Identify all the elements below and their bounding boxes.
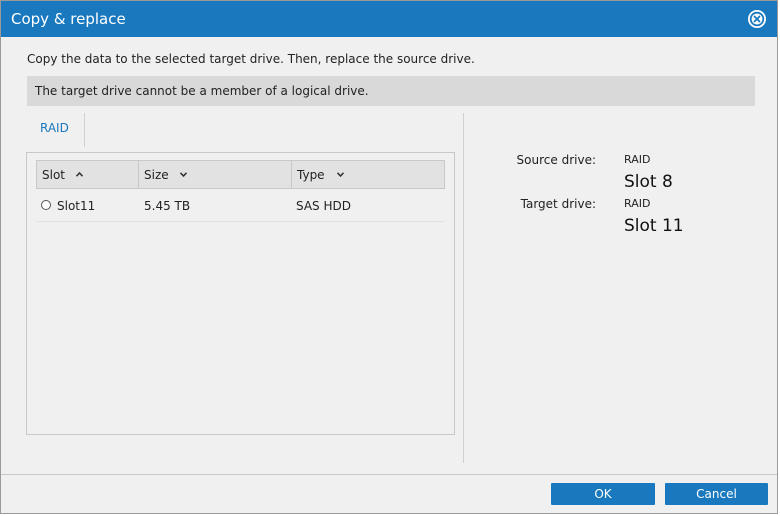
row-type: SAS HDD bbox=[296, 199, 351, 213]
chevron-up-icon bbox=[75, 171, 84, 177]
intro-text: Copy the data to the selected target dri… bbox=[27, 52, 475, 66]
column-header-slot[interactable]: Slot bbox=[37, 161, 138, 188]
target-drive-label: Target drive: bbox=[520, 197, 596, 211]
radio-unchecked-icon[interactable] bbox=[41, 200, 51, 210]
close-icon bbox=[749, 11, 765, 27]
vertical-divider bbox=[463, 113, 464, 463]
warning-banner: The target drive cannot be a member of a… bbox=[27, 76, 755, 106]
ok-button[interactable]: OK bbox=[551, 483, 655, 505]
chevron-down-icon bbox=[179, 172, 188, 178]
column-header-size-label: Size bbox=[144, 168, 169, 182]
copy-replace-dialog: Copy & replace Copy the data to the sele… bbox=[0, 0, 778, 514]
column-header-slot-label: Slot bbox=[42, 168, 65, 182]
close-button[interactable] bbox=[748, 10, 766, 28]
column-header-size[interactable]: Size bbox=[138, 161, 292, 188]
table-header: Slot Size Type bbox=[36, 160, 445, 189]
column-header-type[interactable]: Type bbox=[291, 161, 445, 188]
source-drive-label: Source drive: bbox=[516, 153, 596, 167]
chevron-down-icon bbox=[336, 172, 345, 178]
cancel-button[interactable]: Cancel bbox=[665, 483, 768, 505]
column-header-type-label: Type bbox=[297, 168, 325, 182]
row-slot: Slot11 bbox=[57, 199, 96, 213]
source-drive-slot: Slot 8 bbox=[624, 172, 673, 192]
dialog-footer: OK Cancel bbox=[1, 475, 777, 513]
table-row[interactable]: Slot11 5.45 TB SAS HDD bbox=[36, 189, 445, 222]
dialog-title: Copy & replace bbox=[11, 10, 126, 28]
source-drive-group: RAID bbox=[624, 153, 651, 166]
warning-text: The target drive cannot be a member of a… bbox=[35, 84, 369, 98]
target-drive-slot: Slot 11 bbox=[624, 216, 684, 236]
tab-raid-label: RAID bbox=[40, 121, 69, 135]
tab-raid[interactable]: RAID bbox=[27, 113, 85, 147]
target-drive-group: RAID bbox=[624, 197, 651, 210]
row-size: 5.45 TB bbox=[144, 199, 191, 213]
drive-list-panel: Slot Size Type Slot11 5.45 TB SAS HDD bbox=[26, 152, 455, 435]
title-bar: Copy & replace bbox=[1, 1, 777, 37]
